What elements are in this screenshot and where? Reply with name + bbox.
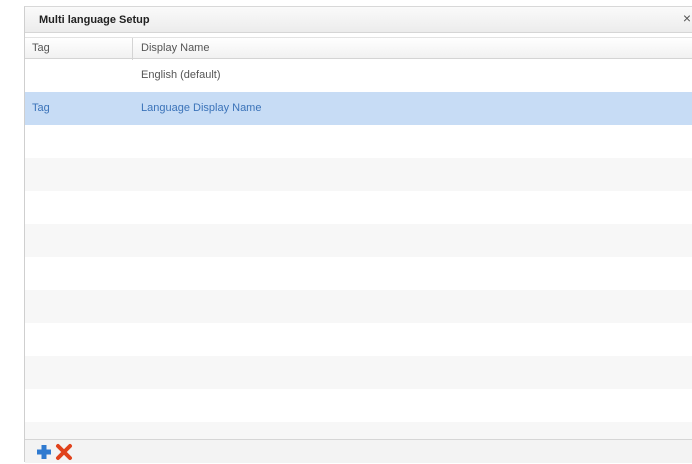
column-header-tag[interactable]: Tag	[25, 38, 133, 60]
table-body: English (default) Tag Language Display N…	[25, 59, 692, 439]
table-row[interactable]: Tag Language Display Name	[25, 92, 692, 125]
empty-row	[25, 158, 692, 191]
empty-row	[25, 389, 692, 422]
empty-row	[25, 323, 692, 356]
display-name-cell: Language Display Name	[141, 102, 262, 114]
plus-icon	[37, 445, 51, 459]
table-header: Tag Display Name	[25, 37, 692, 60]
red-x-icon	[56, 444, 72, 460]
column-header-display-name[interactable]: Display Name	[133, 38, 692, 60]
dialog-titlebar[interactable]: Multi language Setup ×	[25, 7, 692, 33]
empty-row	[25, 125, 692, 158]
empty-row	[25, 257, 692, 290]
display-name-cell: English (default)	[141, 69, 221, 81]
empty-row	[25, 356, 692, 389]
close-icon[interactable]: ×	[683, 11, 691, 25]
dialog-toolbar	[25, 439, 692, 463]
delete-button[interactable]	[55, 443, 73, 461]
table-row[interactable]: English (default)	[25, 59, 692, 92]
empty-row	[25, 422, 692, 439]
dialog-title: Multi language Setup	[39, 14, 150, 26]
empty-row	[25, 191, 692, 224]
multi-language-dialog: Multi language Setup × Tag Display Name …	[24, 6, 692, 463]
add-button[interactable]	[35, 443, 53, 461]
tag-cell: Tag	[32, 102, 50, 114]
empty-row	[25, 290, 692, 323]
empty-row	[25, 224, 692, 257]
